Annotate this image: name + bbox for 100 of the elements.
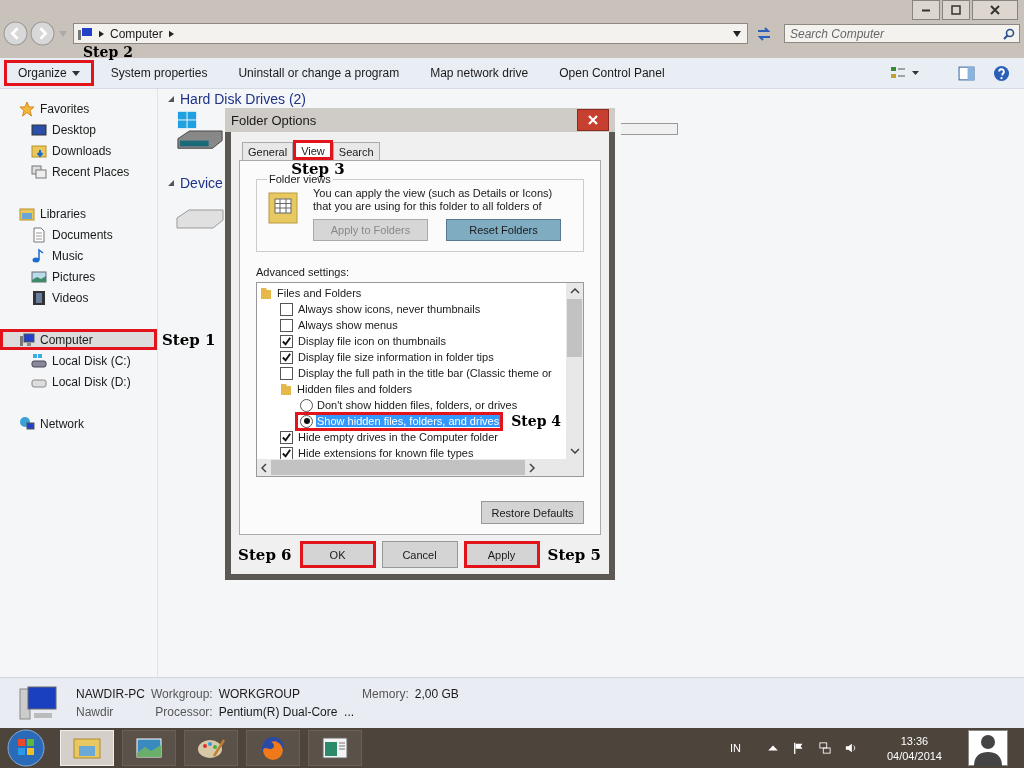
- collapse-arrow-icon[interactable]: [168, 180, 174, 186]
- breadcrumb-arrow-icon: [168, 29, 174, 38]
- step-label: Step 6: [238, 545, 292, 564]
- monitor-icon: [31, 121, 47, 138]
- tab[interactable]: Search: [332, 142, 380, 160]
- checkbox[interactable]: [280, 446, 293, 459]
- close-button[interactable]: [972, 0, 1018, 20]
- sidebar-item[interactable]: Local Disk (C:): [0, 350, 157, 371]
- dropdown-caret-icon[interactable]: [733, 30, 741, 37]
- option-label: Always show menus: [298, 319, 398, 331]
- sidebar-item[interactable]: Recent Places: [0, 161, 157, 182]
- taskbar-button[interactable]: [308, 730, 362, 766]
- radio-button[interactable]: [300, 414, 313, 428]
- folder-icon: [72, 736, 102, 760]
- forward-button[interactable]: [30, 21, 55, 46]
- dialog-button[interactable]: Apply: [463, 541, 540, 568]
- sidebar-item[interactable]: Favorites: [0, 98, 157, 119]
- checkbox[interactable]: [280, 350, 293, 364]
- sidebar-item[interactable]: Music: [0, 245, 157, 266]
- dialog-title: Folder Options: [231, 112, 317, 128]
- sidebar-item[interactable]: Videos: [0, 287, 157, 308]
- sidebar-item[interactable]: Libraries: [0, 203, 157, 224]
- folder-view-button[interactable]: Reset Folders: [446, 219, 561, 241]
- clock[interactable]: 13:36 04/04/2014: [886, 734, 942, 762]
- network-icon: [19, 415, 35, 432]
- folder-icon: [19, 205, 35, 222]
- option-label: Hide empty drives in the Computer folder: [298, 431, 498, 443]
- network-icon[interactable]: [818, 742, 831, 754]
- step-label: Step 1: [162, 331, 216, 349]
- flag-icon[interactable]: [792, 742, 805, 754]
- horizontal-scrollbar[interactable]: [257, 459, 583, 476]
- minimize-icon: [921, 8, 931, 12]
- recent-places-icon: [31, 163, 47, 180]
- radio-button[interactable]: [300, 398, 313, 412]
- speaker-icon[interactable]: [844, 742, 857, 754]
- toolbar-button[interactable]: Organize: [4, 60, 94, 86]
- toolbar-button[interactable]: Open Control Panel: [545, 60, 679, 86]
- sidebar-item[interactable]: Computer: [0, 329, 157, 350]
- dialog-button[interactable]: Cancel: [381, 541, 458, 568]
- close-button[interactable]: [577, 109, 609, 131]
- sidebar-item[interactable]: Local Disk (D:): [0, 371, 157, 392]
- taskbar-button[interactable]: [246, 730, 300, 766]
- dialog-button[interactable]: OK: [299, 541, 376, 568]
- collapse-arrow-icon[interactable]: [168, 96, 174, 102]
- drive-icon: [176, 209, 224, 229]
- vertical-scrollbar[interactable]: [566, 283, 583, 459]
- tab[interactable]: View: [293, 140, 333, 160]
- field-label: Memory:: [362, 687, 409, 701]
- checkbox[interactable]: [280, 318, 293, 332]
- star-icon: [19, 100, 35, 117]
- group-label: Files and Folders: [277, 287, 362, 299]
- checkbox[interactable]: [280, 366, 293, 380]
- drive-icon: [31, 352, 47, 369]
- computer-name: NAWDIR-PC: [76, 687, 145, 701]
- start-button[interactable]: [6, 728, 46, 768]
- help-icon[interactable]: [993, 64, 1010, 82]
- field-value: WORKGROUP: [218, 687, 301, 701]
- sidebar-item[interactable]: Network: [0, 413, 157, 434]
- checkbox[interactable]: [280, 302, 293, 316]
- language-indicator[interactable]: IN: [729, 742, 741, 754]
- hard-drive-icon: [176, 111, 224, 151]
- document-icon: [31, 226, 47, 243]
- group-label: Hidden files and folders: [297, 383, 412, 395]
- capacity-bar: [621, 123, 678, 135]
- option-label: Always show icons, never thumbnails: [298, 303, 481, 315]
- option-label: Show hidden files, folders, and drives: [316, 415, 501, 427]
- toolbar-button[interactable]: Map network drive: [416, 60, 543, 86]
- section-heading: Device: [180, 175, 223, 191]
- preview-pane-icon[interactable]: [958, 64, 975, 82]
- sidebar-item[interactable]: Desktop: [0, 119, 157, 140]
- view-options-icon[interactable]: [890, 65, 920, 81]
- picture-icon: [31, 268, 47, 285]
- address-field[interactable]: Computer: [73, 23, 748, 44]
- maximize-icon: [951, 5, 961, 15]
- back-button[interactable]: [3, 21, 28, 46]
- restore-defaults-button[interactable]: Restore Defaults: [481, 501, 584, 524]
- toolbar-button[interactable]: System properties: [96, 60, 222, 86]
- user-avatar-icon[interactable]: [968, 730, 1008, 766]
- sidebar-item[interactable]: Pictures: [0, 266, 157, 287]
- close-icon: [990, 5, 1000, 15]
- checkbox[interactable]: [280, 334, 293, 348]
- tab[interactable]: General: [242, 142, 294, 160]
- minimize-button[interactable]: [912, 0, 940, 20]
- field-value: 2,00 GB: [414, 687, 459, 701]
- checkbox[interactable]: [280, 430, 293, 444]
- option-label: Display file icon on thumbnails: [298, 335, 446, 347]
- maximize-button[interactable]: [942, 0, 970, 20]
- taskbar-button[interactable]: [122, 730, 176, 766]
- search-field[interactable]: Search Computer: [784, 24, 1020, 43]
- breadcrumb-arrow-icon: [99, 29, 104, 38]
- section-heading: Hard Disk Drives (2): [180, 91, 306, 107]
- computer-icon: [77, 25, 93, 42]
- step-label: Step 3: [291, 160, 345, 178]
- sidebar-item[interactable]: Downloads: [0, 140, 157, 161]
- sidebar-item[interactable]: Documents: [0, 224, 157, 245]
- toolbar-button[interactable]: Uninstall or change a program: [224, 60, 414, 86]
- field-value: Pentium(R) Dual-Core ...: [218, 705, 356, 719]
- option-label: Display file size information in folder tips: [298, 351, 494, 363]
- step-label: Step 5: [547, 545, 601, 564]
- taskbar-button[interactable]: [184, 730, 238, 766]
